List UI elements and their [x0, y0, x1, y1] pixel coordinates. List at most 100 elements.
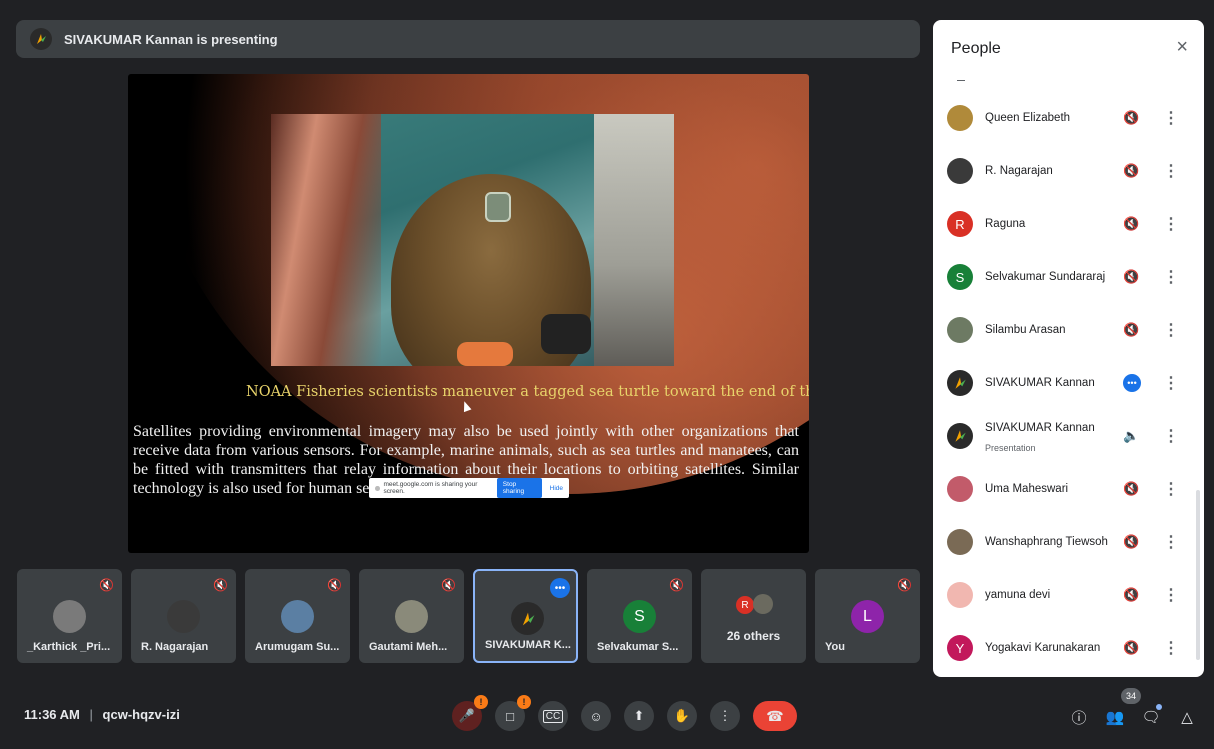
more-vert-icon[interactable]: ⋮ [1163, 373, 1179, 393]
list-item[interactable]: Y Yogakavi Karunakaran 🔇 ⋮ [933, 622, 1193, 674]
list-item[interactable]: R. Nagarajan 🔇 ⋮ [933, 145, 1193, 197]
warning-badge-icon: ! [474, 695, 488, 709]
list-item[interactable]: yamuna devi 🔇 ⋮ [933, 569, 1193, 621]
activities-button[interactable]: △ [1174, 704, 1200, 730]
share-dot-icon [375, 485, 380, 491]
list-item[interactable]: Wanshaphrang Tiewsoh 🔇 ⋮ [933, 516, 1193, 568]
self-tile[interactable]: 🔇 L You [815, 569, 920, 663]
close-icon[interactable]: × [1176, 36, 1188, 59]
participant-name: You [825, 641, 845, 653]
list-item[interactable]: R Raguna 🔇 ⋮ [933, 198, 1193, 250]
slide-caption: NOAA Fisheries scientists maneuver a tag… [246, 384, 809, 400]
participant-name: SIVAKUMAR K... [485, 639, 571, 651]
avatar [947, 582, 973, 608]
avatar [947, 317, 973, 343]
black-glove [541, 314, 591, 354]
mic-off-icon: 🔇 [1123, 587, 1140, 602]
avatar [947, 529, 973, 555]
list-item[interactable]: Uma Maheswari 🔇 ⋮ [933, 463, 1193, 515]
hide-notice-link[interactable]: Hide [550, 485, 563, 492]
person-subtitle: Presentation [985, 443, 1036, 453]
participant-name: _Karthick _Pri... [27, 641, 111, 653]
more-vert-icon[interactable]: ⋮ [1163, 108, 1179, 128]
participant-tile[interactable]: 🔇 R. Nagarajan [131, 569, 236, 663]
raise-hand-icon: ✋ [673, 708, 691, 723]
scientist-arm [271, 114, 381, 366]
more-vert-icon[interactable]: ⋮ [1163, 320, 1179, 340]
shared-screen: NOAA Fisheries scientists maneuver a tag… [128, 74, 809, 553]
mic-off-icon: 🔇 [1123, 216, 1140, 231]
avatar [281, 600, 314, 633]
speaking-indicator-icon: ••• [550, 578, 570, 598]
participant-tile[interactable]: 🔇 _Karthick _Pri... [17, 569, 122, 663]
panel-scrollbar[interactable] [1196, 490, 1200, 660]
end-call-button[interactable]: ☎ [753, 701, 797, 731]
person-name: Wanshaphrang Tiewsoh [985, 536, 1108, 548]
person-name: Queen Elizabeth [985, 112, 1071, 124]
more-vert-icon[interactable]: ⋮ [1163, 479, 1179, 499]
list-item[interactable]: S Selvakumar Sundararaj 🔇 ⋮ [933, 251, 1193, 303]
more-vert-icon[interactable]: ⋮ [1163, 161, 1179, 181]
list-item[interactable]: Queen Elizabeth 🔇 ⋮ [933, 92, 1193, 144]
avatar: Y [947, 635, 973, 661]
scientist-right [594, 114, 674, 366]
speaking-indicator-icon: ••• [1123, 374, 1141, 392]
list-item[interactable]: SIVAKUMAR Kannan ••• ⋮ [933, 357, 1193, 409]
orange-glove [457, 342, 513, 366]
person-name: SIVAKUMAR Kannan [985, 377, 1095, 389]
stop-sharing-button[interactable]: Stop sharing [496, 478, 542, 498]
mic-off-icon: 🔇 [213, 578, 228, 592]
warning-badge-icon: ! [517, 695, 531, 709]
present-button[interactable]: ⬆ [624, 701, 654, 731]
more-vert-icon[interactable]: ⋮ [1163, 267, 1179, 287]
chat-icon: 🗨 [1141, 709, 1161, 726]
mic-toggle-button[interactable]: 🎤 ! [452, 695, 488, 731]
participant-tile[interactable]: 🔇 Gautami Meh... [359, 569, 464, 663]
end-call-icon: ☎ [766, 707, 784, 724]
others-count: 26 others [726, 629, 781, 643]
list-item[interactable]: SIVAKUMAR Kannan Presentation 🔈 ⋮ [933, 410, 1193, 462]
call-controls: 🎤 ! □ ! CC ☺ ⬆ ✋ ⋮ ☎ [452, 695, 810, 736]
meeting-details-button[interactable]: ⓘ [1066, 704, 1092, 730]
turtle-photo [271, 114, 674, 366]
captions-button[interactable]: CC [538, 701, 568, 731]
people-button[interactable]: 👥 [1102, 704, 1128, 730]
more-options-button[interactable]: ⋮ [710, 701, 740, 731]
more-vert-icon[interactable]: ⋮ [1163, 585, 1179, 605]
participant-name: Arumugam Su... [255, 641, 340, 653]
more-vert-icon[interactable]: ⋮ [1163, 638, 1179, 658]
person-name: yamuna devi [985, 589, 1051, 601]
person-name: R. Nagarajan [985, 165, 1053, 177]
clock-time: 11:36 AM [24, 707, 80, 722]
participant-tile-active-speaker[interactable]: ••• SIVAKUMAR K... [473, 569, 578, 663]
more-vert-icon[interactable]: ⋮ [1163, 532, 1179, 552]
others-tile[interactable]: R 26 others [701, 569, 806, 663]
person-name: SIVAKUMAR Kannan [985, 422, 1095, 434]
bird-of-paradise-icon [955, 430, 966, 442]
list-item[interactable]: Silambu Arasan 🔇 ⋮ [933, 304, 1193, 356]
emoji-icon: ☺ [589, 708, 603, 724]
mic-off-icon: 🔇 [1123, 269, 1140, 284]
camera-toggle-button[interactable]: □ ! [495, 695, 531, 731]
more-vert-icon[interactable]: ⋮ [1163, 214, 1179, 234]
raise-hand-button[interactable]: ✋ [667, 701, 697, 731]
participant-tile[interactable]: 🔇 S Selvakumar S... [587, 569, 692, 663]
mic-off-icon: 🔇 [1123, 163, 1140, 178]
participant-name: Gautami Meh... [369, 641, 448, 653]
person-name: Selvakumar Sundararaj [985, 271, 1106, 283]
participant-tile[interactable]: 🔇 Arumugam Su... [245, 569, 350, 663]
mic-off-icon: 🔇 [327, 578, 342, 592]
avatar: R [947, 211, 973, 237]
separator: | [89, 707, 93, 722]
meeting-code: qcw-hqzv-izi [102, 707, 180, 722]
participant-name: Selvakumar S... [597, 641, 679, 653]
avatar [947, 370, 973, 396]
avatar [947, 158, 973, 184]
unread-dot-icon [1156, 704, 1162, 710]
mic-off-icon: 🔇 [897, 578, 912, 592]
chat-button[interactable]: 🗨 [1138, 704, 1164, 730]
more-vert-icon[interactable]: ⋮ [1163, 426, 1179, 446]
meeting-info: 11:36 AM | qcw-hqzv-izi [24, 707, 180, 722]
emoji-button[interactable]: ☺ [581, 701, 611, 731]
mic-off-icon: 🔇 [1123, 322, 1140, 337]
